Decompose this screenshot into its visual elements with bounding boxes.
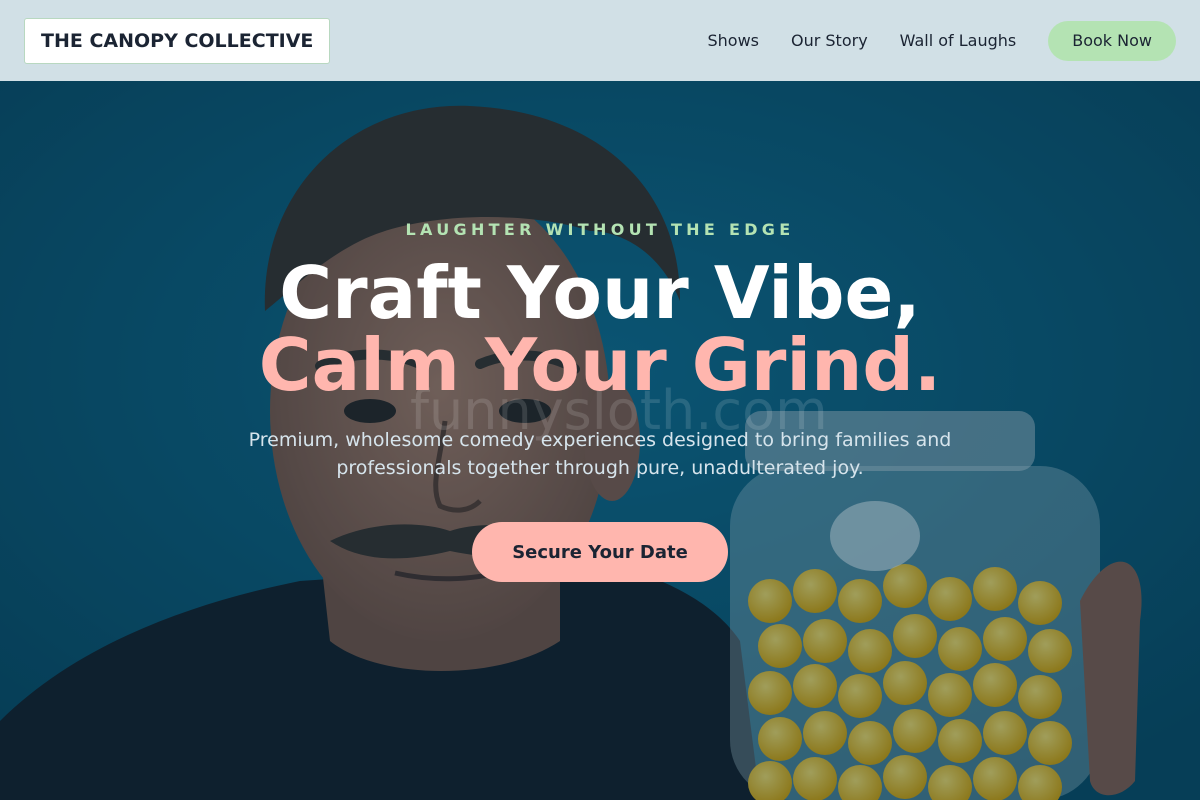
- brand-logo[interactable]: THE CANOPY COLLECTIVE: [24, 17, 331, 64]
- secure-your-date-button[interactable]: Secure Your Date: [472, 522, 728, 582]
- nav-link-our-story[interactable]: Our Story: [791, 31, 868, 50]
- hero-eyebrow: LAUGHTER WITHOUT THE EDGE: [405, 220, 795, 239]
- hero-content: LAUGHTER WITHOUT THE EDGE Craft Your Vib…: [0, 81, 1200, 800]
- hero-headline-line2: Calm Your Grind.: [258, 323, 942, 407]
- nav-links: Shows Our Story Wall of Laughs Book Now: [675, 20, 1176, 61]
- nav-link-shows[interactable]: Shows: [707, 31, 759, 50]
- book-now-button[interactable]: Book Now: [1048, 20, 1176, 61]
- hero-subtext: Premium, wholesome comedy experiences de…: [248, 429, 952, 479]
- hero-section: funnysloth.com LAUGHTER WITHOUT THE EDGE…: [0, 81, 1200, 800]
- nav-link-wall-of-laughs[interactable]: Wall of Laughs: [900, 31, 1017, 50]
- top-nav: THE CANOPY COLLECTIVE Shows Our Story Wa…: [0, 0, 1200, 81]
